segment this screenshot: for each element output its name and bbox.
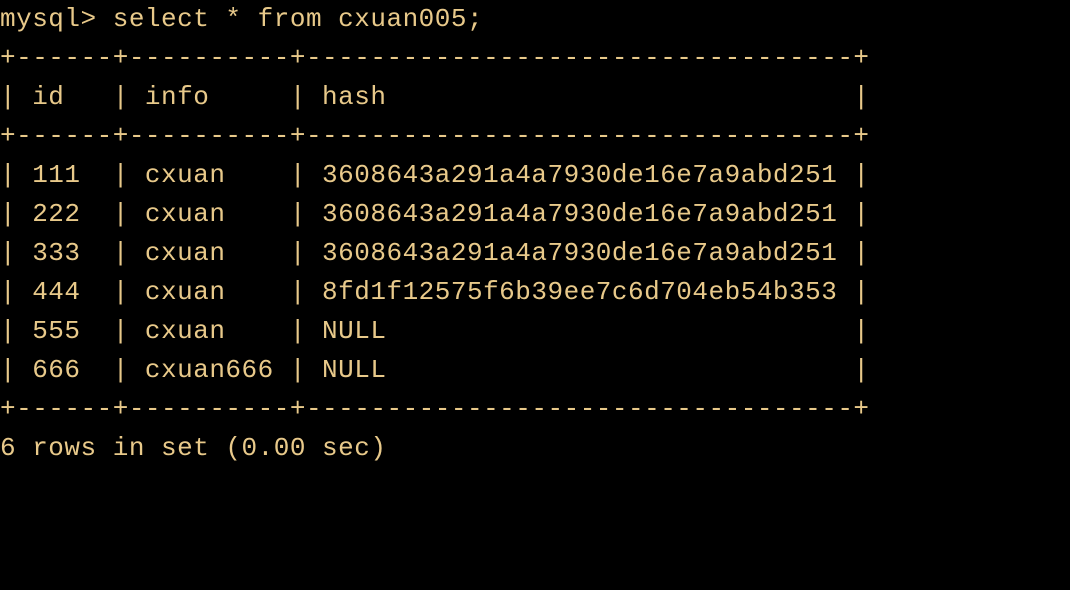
mysql-terminal-output: mysql> select * from cxuan005;+------+--… xyxy=(0,0,1070,468)
status-line: 6 rows in set (0.00 sec) xyxy=(0,429,1070,468)
table-row: | 444 | cxuan | 8fd1f12575f6b39ee7c6d704… xyxy=(0,273,1070,312)
mysql-prompt-line: mysql> select * from cxuan005; xyxy=(0,0,1070,39)
table-border-top: +------+----------+---------------------… xyxy=(0,39,1070,78)
table-row: | 555 | cxuan | NULL | xyxy=(0,312,1070,351)
table-row: | 333 | cxuan | 3608643a291a4a7930de16e7… xyxy=(0,234,1070,273)
table-row: | 666 | cxuan666 | NULL | xyxy=(0,351,1070,390)
table-border-bottom: +------+----------+---------------------… xyxy=(0,390,1070,429)
table-row: | 111 | cxuan | 3608643a291a4a7930de16e7… xyxy=(0,156,1070,195)
table-border-mid: +------+----------+---------------------… xyxy=(0,117,1070,156)
table-header-row: | id | info | hash | xyxy=(0,78,1070,117)
table-row: | 222 | cxuan | 3608643a291a4a7930de16e7… xyxy=(0,195,1070,234)
